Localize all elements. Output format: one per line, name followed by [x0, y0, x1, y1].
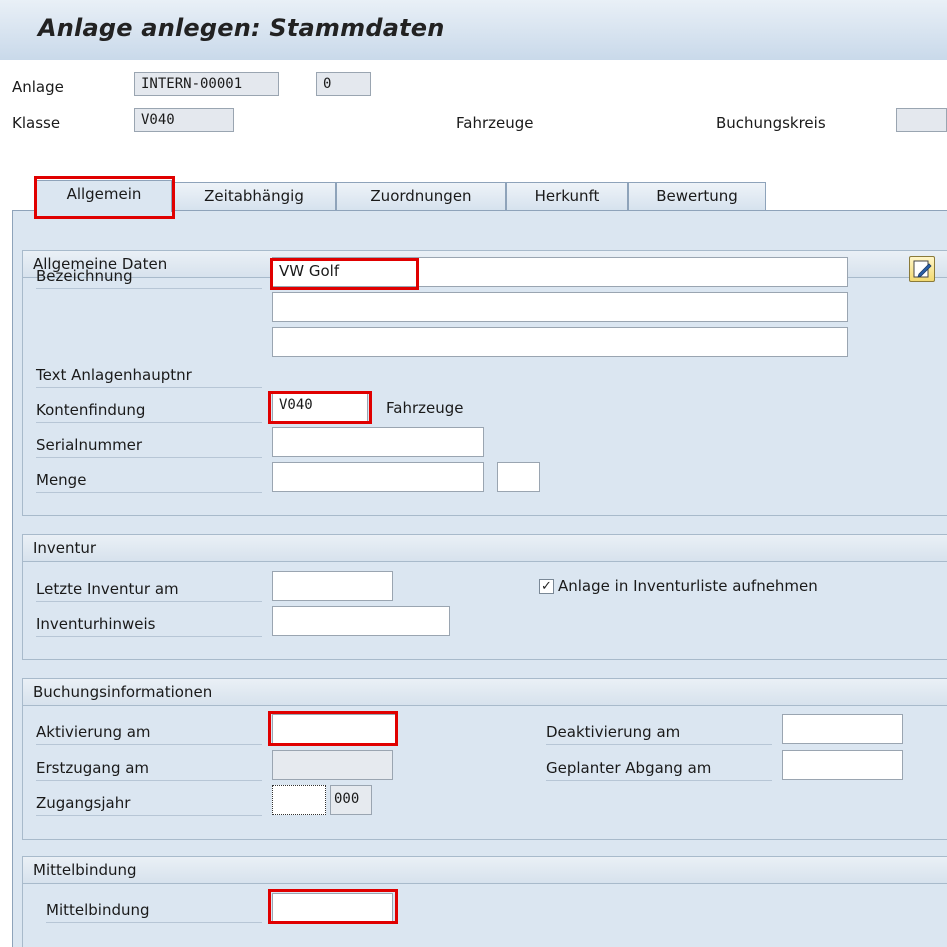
mittelbindung-label: Mittelbindung [46, 897, 262, 923]
zugangsjahr-period-input[interactable] [272, 785, 326, 815]
serialnummer-input[interactable] [272, 427, 484, 457]
klasse-text: Fahrzeuge [456, 114, 534, 132]
bezeichnung2-input[interactable] [272, 292, 848, 322]
tab-herkunft[interactable]: Herkunft [506, 182, 628, 210]
text-anlagenhauptnr-input[interactable] [272, 327, 848, 357]
menge-input[interactable] [272, 462, 484, 492]
group-title: Inventur [23, 535, 947, 562]
tab-zeitabhaengig[interactable]: Zeitabhängig [172, 182, 336, 210]
edit-pencil-icon[interactable] [909, 256, 935, 282]
geplanter-abgang-label: Geplanter Abgang am [546, 755, 772, 781]
letzte-inventur-label: Letzte Inventur am [36, 576, 262, 602]
klasse-field[interactable]: V040 [134, 108, 234, 132]
deaktivierung-label: Deaktivierung am [546, 719, 772, 745]
inventurhinweis-input[interactable] [272, 606, 450, 636]
text-anlagenhauptnr-label: Text Anlagenhauptnr [36, 362, 262, 388]
tab-zuordnungen[interactable]: Zuordnungen [336, 182, 506, 210]
buchungskreis-label: Buchungskreis [716, 114, 826, 132]
bezeichnung-label: Bezeichnung [36, 263, 262, 289]
geplanter-abgang-input[interactable] [782, 750, 903, 780]
bezeichnung-input[interactable]: VW Golf [272, 257, 848, 287]
zugangsjahr-input[interactable]: 000 [330, 785, 372, 815]
tab-bewertung[interactable]: Bewertung [628, 182, 766, 210]
anlage-field[interactable]: INTERN-00001 [134, 72, 279, 96]
klasse-label: Klasse [12, 114, 61, 132]
menge-unit-input[interactable] [497, 462, 540, 492]
group-title: Buchungsinformationen [23, 679, 947, 706]
menge-label: Menge [36, 467, 262, 493]
group-title: Mittelbindung [23, 857, 947, 884]
serialnummer-label: Serialnummer [36, 432, 262, 458]
inventurliste-checkbox[interactable]: ✓ [539, 579, 554, 594]
page-title: Anlage anlegen: Stammdaten [38, 14, 445, 42]
erstzugang-input[interactable] [272, 750, 393, 780]
erstzugang-label: Erstzugang am [36, 755, 262, 781]
buchungskreis-field[interactable] [896, 108, 947, 132]
aktivierung-input[interactable] [272, 714, 396, 744]
checkmark-icon: ✓ [541, 579, 552, 594]
deaktivierung-input[interactable] [782, 714, 903, 744]
unternummer-field[interactable]: 0 [316, 72, 371, 96]
title-bar: Anlage anlegen: Stammdaten [0, 0, 947, 60]
letzte-inventur-input[interactable] [272, 571, 393, 601]
kontenfindung-text: Fahrzeuge [386, 399, 464, 417]
tab-allgemein[interactable]: Allgemein [36, 180, 172, 212]
aktivierung-label: Aktivierung am [36, 719, 262, 745]
mittelbindung-input[interactable] [272, 893, 393, 923]
inventurliste-label: Anlage in Inventurliste aufnehmen [558, 577, 818, 595]
tabstrip: Allgemein Zeitabhängig Zuordnungen Herku… [12, 174, 947, 214]
zugangsjahr-label: Zugangsjahr [36, 790, 262, 816]
kontenfindung-label: Kontenfindung [36, 397, 262, 423]
inventurhinweis-label: Inventurhinweis [36, 611, 262, 637]
anlage-label: Anlage [12, 78, 64, 96]
kontenfindung-input[interactable]: V040 [272, 392, 368, 422]
